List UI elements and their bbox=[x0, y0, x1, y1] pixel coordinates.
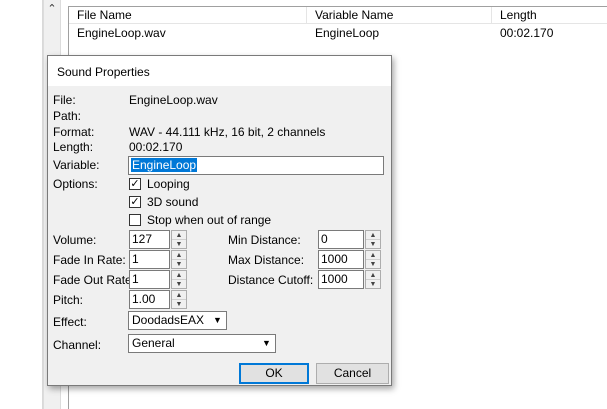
dialog-title: Sound Properties bbox=[57, 65, 150, 79]
options-label: Options: bbox=[53, 177, 98, 191]
ok-button[interactable]: OK bbox=[239, 363, 309, 384]
spin-up-icon[interactable]: ▲ bbox=[366, 271, 380, 280]
fade-out-label: Fade Out Rate: bbox=[53, 273, 136, 287]
list-cell-length[interactable]: 00:02.170 bbox=[492, 25, 607, 41]
effect-value: DoodadsEAX bbox=[132, 313, 205, 327]
sound-properties-dialog: Sound Properties File: EngineLoop.wav Pa… bbox=[47, 55, 392, 386]
volume-input[interactable]: 127 bbox=[129, 230, 170, 249]
3d-sound-label[interactable]: 3D sound bbox=[147, 195, 198, 209]
spin-up-icon[interactable]: ▲ bbox=[366, 231, 380, 240]
list-cell-variable[interactable]: EngineLoop bbox=[307, 25, 495, 41]
min-distance-label: Min Distance: bbox=[228, 233, 301, 247]
max-distance-label: Max Distance: bbox=[228, 253, 305, 267]
spin-down-icon[interactable]: ▼ bbox=[366, 280, 380, 288]
spin-down-icon[interactable]: ▼ bbox=[172, 260, 186, 268]
spin-down-icon[interactable]: ▼ bbox=[172, 240, 186, 248]
column-header-file-name[interactable]: File Name bbox=[69, 7, 307, 24]
length-value: 00:02.170 bbox=[129, 140, 183, 154]
max-distance-spinner[interactable]: ▲ ▼ bbox=[365, 250, 381, 269]
chevron-down-icon[interactable]: ▼ bbox=[211, 314, 224, 327]
column-header-variable-name[interactable]: Variable Name bbox=[307, 7, 492, 24]
channel-dropdown[interactable]: General ▼ bbox=[128, 334, 276, 353]
3d-sound-checkbox[interactable]: ✓ bbox=[129, 196, 141, 208]
effect-label: Effect: bbox=[53, 315, 87, 329]
file-label: File: bbox=[53, 93, 76, 107]
scroll-up-icon[interactable]: ⌃ bbox=[44, 0, 60, 17]
distance-cutoff-label: Distance Cutoff: bbox=[228, 273, 314, 287]
spin-up-icon[interactable]: ▲ bbox=[172, 271, 186, 280]
max-distance-input[interactable]: 1000 bbox=[318, 250, 364, 269]
distance-cutoff-input[interactable]: 1000 bbox=[318, 270, 364, 289]
length-label: Length: bbox=[53, 140, 94, 154]
left-pane bbox=[0, 0, 43, 409]
file-value: EngineLoop.wav bbox=[129, 93, 218, 107]
format-value: WAV - 44.111 kHz, 16 bit, 2 channels bbox=[129, 125, 326, 139]
fade-in-input[interactable]: 1 bbox=[129, 250, 170, 269]
pitch-input[interactable]: 1.00 bbox=[129, 290, 170, 309]
variable-input-value: EngineLoop bbox=[131, 158, 198, 172]
fade-out-spinner[interactable]: ▲ ▼ bbox=[171, 270, 187, 289]
fade-in-label: Fade In Rate: bbox=[53, 253, 126, 267]
fade-out-input[interactable]: 1 bbox=[129, 270, 170, 289]
looping-checkbox[interactable]: ✓ bbox=[129, 178, 141, 190]
channel-label: Channel: bbox=[53, 338, 102, 352]
fade-in-spinner[interactable]: ▲ ▼ bbox=[171, 250, 187, 269]
spin-down-icon[interactable]: ▼ bbox=[366, 260, 380, 268]
format-label: Format: bbox=[53, 125, 95, 139]
min-distance-input[interactable]: 0 bbox=[318, 230, 364, 249]
spin-down-icon[interactable]: ▼ bbox=[172, 300, 186, 308]
column-header-length[interactable]: Length bbox=[492, 7, 607, 24]
min-distance-spinner[interactable]: ▲ ▼ bbox=[365, 230, 381, 249]
channel-value: General bbox=[132, 336, 175, 350]
chevron-down-icon[interactable]: ▼ bbox=[260, 337, 273, 350]
spin-up-icon[interactable]: ▲ bbox=[172, 251, 186, 260]
variable-label: Variable: bbox=[53, 158, 100, 172]
distance-cutoff-spinner[interactable]: ▲ ▼ bbox=[365, 270, 381, 289]
stop-out-of-range-checkbox[interactable] bbox=[129, 214, 141, 226]
spin-down-icon[interactable]: ▼ bbox=[172, 280, 186, 288]
looping-label[interactable]: Looping bbox=[147, 177, 190, 191]
volume-spinner[interactable]: ▲ ▼ bbox=[171, 230, 187, 249]
path-label: Path: bbox=[53, 109, 82, 123]
list-cell-file[interactable]: EngineLoop.wav bbox=[69, 25, 307, 41]
effect-dropdown[interactable]: DoodadsEAX ▼ bbox=[128, 311, 227, 330]
variable-input[interactable]: EngineLoop bbox=[128, 156, 384, 175]
pitch-label: Pitch: bbox=[53, 293, 84, 307]
volume-label: Volume: bbox=[53, 233, 97, 247]
pitch-spinner[interactable]: ▲ ▼ bbox=[171, 290, 187, 309]
stop-out-of-range-label[interactable]: Stop when out of range bbox=[147, 213, 271, 227]
spin-up-icon[interactable]: ▲ bbox=[366, 251, 380, 260]
spin-down-icon[interactable]: ▼ bbox=[366, 240, 380, 248]
spin-up-icon[interactable]: ▲ bbox=[172, 291, 186, 300]
cancel-button[interactable]: Cancel bbox=[316, 363, 389, 384]
spin-up-icon[interactable]: ▲ bbox=[172, 231, 186, 240]
